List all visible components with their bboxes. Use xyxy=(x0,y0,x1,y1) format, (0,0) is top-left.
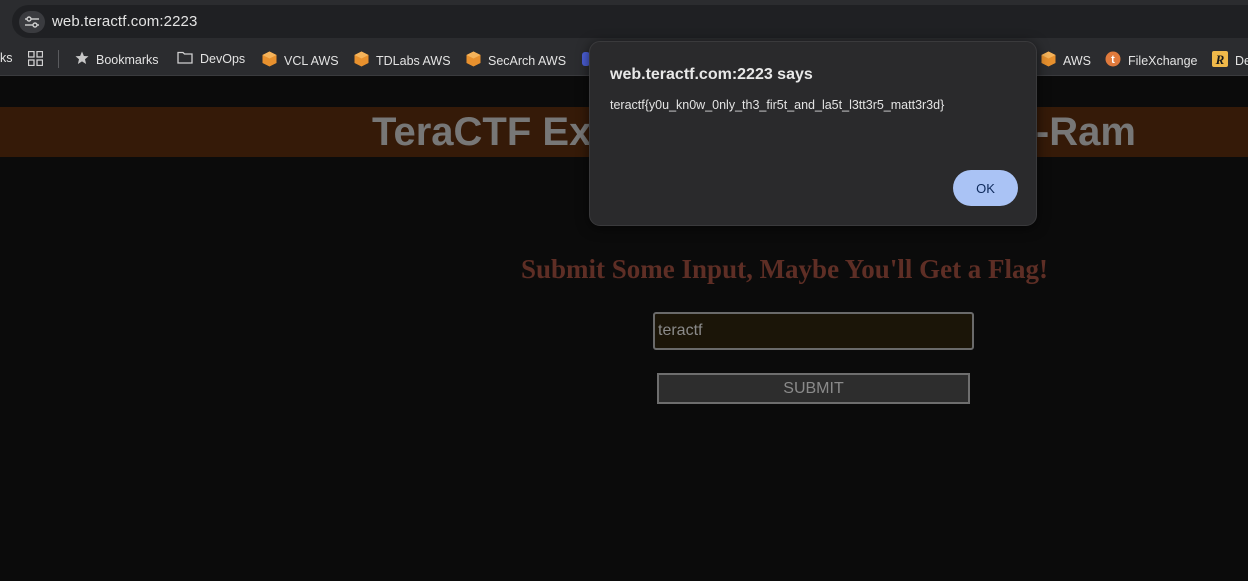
aws-cube-icon xyxy=(1041,51,1056,70)
bookmark-devops[interactable]: DevOps xyxy=(177,51,245,67)
bookmark-label: DevOps xyxy=(200,52,246,66)
aws-cube-icon xyxy=(466,51,481,70)
bookmark-tdlabs-aws[interactable]: TDLabs AWS xyxy=(354,51,451,70)
ok-button[interactable]: OK xyxy=(953,170,1018,206)
bookmark-partial[interactable]: ks xyxy=(0,51,13,65)
bookmark-vcl-aws[interactable]: VCL AWS xyxy=(262,51,339,70)
page-heading: Submit Some Input, Maybe You'll Get a Fl… xyxy=(521,254,1049,284)
submit-button[interactable]: SUBMIT xyxy=(657,373,970,404)
bookmark-label: FileXchange xyxy=(1128,53,1198,68)
bookmark-label: De xyxy=(1235,53,1248,68)
filexchange-icon: t xyxy=(1105,51,1121,70)
svg-text:R: R xyxy=(1215,52,1225,67)
folder-icon xyxy=(177,51,193,67)
apps-grid-icon[interactable] xyxy=(28,51,43,66)
bookmark-label: SecArch AWS xyxy=(488,53,567,68)
aws-cube-icon xyxy=(262,51,277,70)
bookmark-label: VCL AWS xyxy=(284,53,339,68)
flag-input[interactable] xyxy=(653,312,974,350)
bookmark-label: TDLabs AWS xyxy=(376,53,451,68)
bookmarks-separator xyxy=(58,50,59,68)
bookmark-aws[interactable]: AWS xyxy=(1041,51,1091,70)
bookmark-bookmarks[interactable]: Bookmarks xyxy=(75,51,159,68)
address-bar: web.teractf.com:2223 xyxy=(0,0,1248,42)
site-info-icon[interactable] xyxy=(19,11,45,33)
dialog-title: web.teractf.com:2223 says xyxy=(610,66,813,83)
alert-dialog: web.teractf.com:2223 says teractf{y0u_kn… xyxy=(589,41,1037,226)
bookmark-label: AWS xyxy=(1063,53,1092,68)
aws-cube-icon xyxy=(354,51,369,70)
bookmark-filexchange[interactable]: t FileXchange xyxy=(1105,51,1198,70)
r-icon: R xyxy=(1212,51,1228,70)
bookmark-label: Bookmarks xyxy=(96,52,159,67)
star-icon xyxy=(75,51,89,68)
svg-text:t: t xyxy=(1111,54,1115,66)
url-text[interactable]: web.teractf.com:2223 xyxy=(52,13,197,30)
bookmark-secarch-aws[interactable]: SecArch AWS xyxy=(466,51,566,70)
bookmark-de[interactable]: R De xyxy=(1212,51,1248,70)
dialog-message: teractf{y0u_kn0w_0nly_th3_fir5t_and_la5t… xyxy=(610,98,945,112)
